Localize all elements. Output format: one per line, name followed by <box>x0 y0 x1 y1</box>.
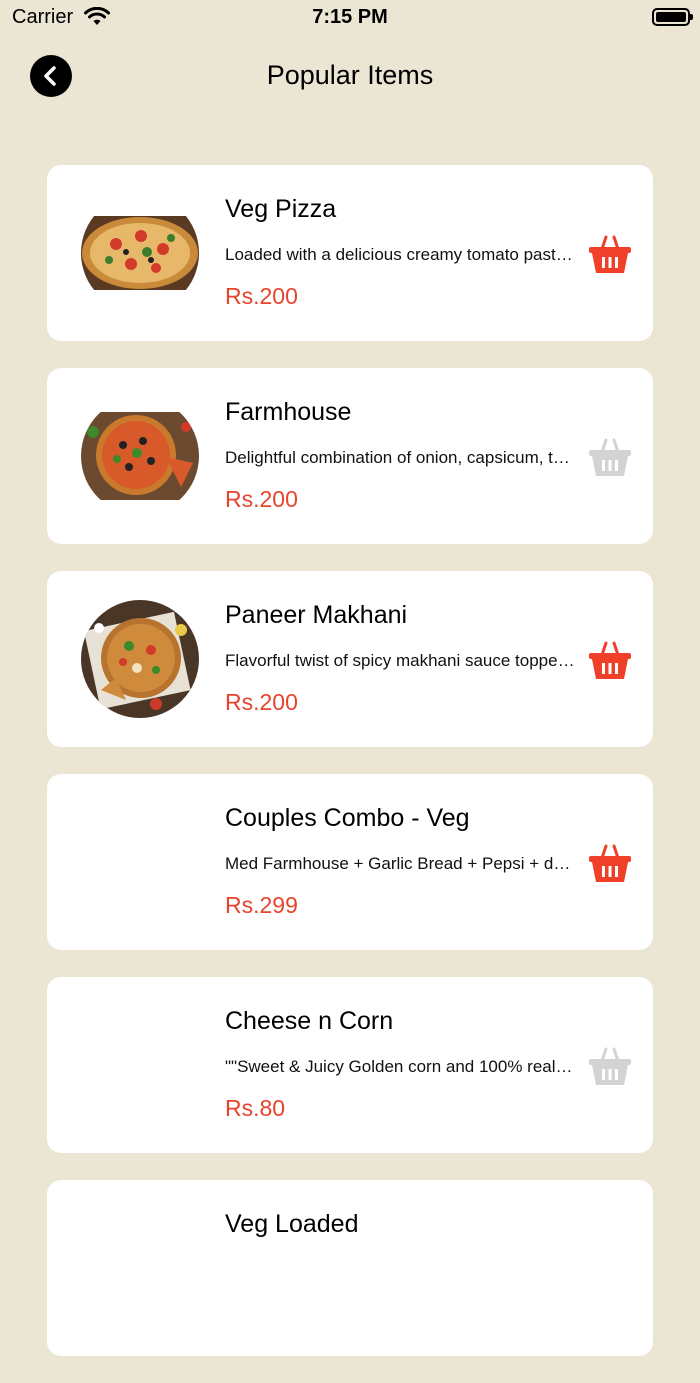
item-description: ""Sweet & Juicy Golden corn and 100% rea… <box>225 1057 575 1076</box>
status-bar: Carrier 7:15 PM <box>0 0 700 40</box>
item-price: Rs.200 <box>225 283 298 309</box>
farmhouse-image <box>81 397 199 515</box>
list-item[interactable]: Cheese n Corn ""Sweet & Juicy Golden cor… <box>47 977 653 1153</box>
item-name: Veg Pizza <box>225 195 337 223</box>
item-name: Couples Combo - Veg <box>225 804 470 832</box>
item-description: Flavorful twist of spicy makhani sauce t… <box>225 651 575 670</box>
page-title: Popular Items <box>266 60 434 90</box>
list-item[interactable]: Veg Loaded <box>47 1180 653 1356</box>
paneer-makhani-image <box>81 600 199 718</box>
item-description: Delightful combination of onion, capsicu… <box>225 448 575 467</box>
basket-icon[interactable] <box>588 235 632 275</box>
item-name: Cheese n Corn <box>225 1007 394 1035</box>
item-price: Rs.80 <box>225 1095 286 1121</box>
list-item[interactable]: Paneer Makhani Flavorful twist of spicy … <box>47 571 653 747</box>
basket-icon[interactable] <box>588 844 632 884</box>
item-price: Rs.200 <box>225 689 298 715</box>
item-name: Farmhouse <box>225 398 352 426</box>
list-item[interactable]: Veg Pizza Loaded with a delicious creamy… <box>47 165 653 341</box>
basket-icon[interactable] <box>588 438 632 478</box>
item-price: Rs.299 <box>225 892 298 918</box>
veg-pizza-image <box>81 194 199 312</box>
clock: 7:15 PM <box>312 6 388 28</box>
item-description: Loaded with a delicious creamy tomato pa… <box>225 245 575 264</box>
item-description: Med Farmhouse + Garlic Bread + Pepsi + d… <box>225 854 575 873</box>
popular-items-list: Veg Pizza Loaded with a delicious creamy… <box>47 165 653 1383</box>
item-name: Veg Loaded <box>225 1210 359 1238</box>
battery-icon <box>652 8 693 26</box>
basket-icon[interactable] <box>588 1047 632 1087</box>
basket-icon[interactable] <box>588 641 632 681</box>
list-item[interactable]: Couples Combo - Veg Med Farmhouse + Garl… <box>47 774 653 950</box>
item-price: Rs.200 <box>225 486 298 512</box>
list-item[interactable]: Farmhouse Delightful combination of onio… <box>47 368 653 544</box>
item-name: Paneer Makhani <box>225 601 408 629</box>
